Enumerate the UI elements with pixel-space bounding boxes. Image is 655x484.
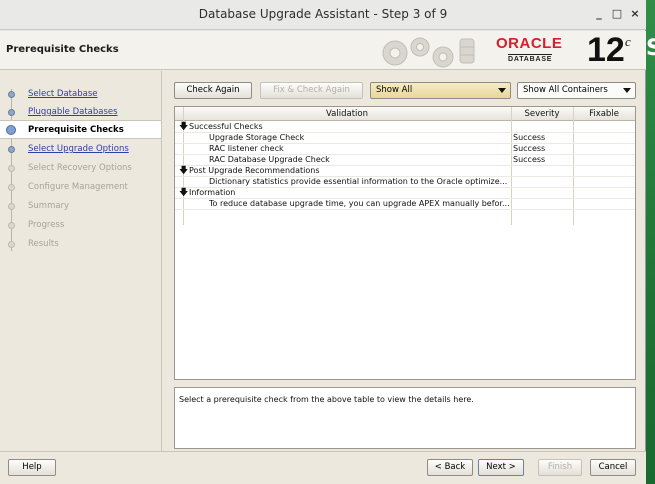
window-title: Database Upgrade Assistant - Step 3 of 9 (198, 7, 448, 21)
table-row-group[interactable]: 🡇 Information (175, 188, 635, 199)
nav-item-select-recovery-options: Select Recovery Options (0, 159, 161, 178)
dbua-window: Database Upgrade Assistant - Step 3 of 9… (0, 0, 646, 484)
desktop-text-fragment: S (646, 36, 655, 61)
fix-check-again-button: Fix & Check Again (260, 82, 363, 99)
column-header-severity[interactable]: Severity (511, 109, 573, 119)
title-bar: Database Upgrade Assistant - Step 3 of 9… (0, 0, 646, 30)
cancel-button[interactable]: Cancel (590, 459, 636, 476)
nav-item-label: Summary (28, 201, 70, 211)
table-row[interactable]: Upgrade Storage Check Success (175, 133, 635, 144)
finish-button: Finish (538, 459, 582, 476)
row-validation: Post Upgrade Recommendations (189, 166, 320, 175)
minimize-button[interactable]: _ (591, 6, 607, 22)
step-header: Prerequisite Checks ORACLE DATABASE 12 c (0, 31, 646, 70)
step-pending-icon (8, 222, 15, 229)
dropdown-arrow-icon (498, 88, 506, 93)
next-button[interactable]: Next > (478, 459, 524, 476)
footer-bar: Help < Back Next > Finish Cancel (0, 451, 646, 484)
column-header-validation[interactable]: Validation (183, 109, 511, 119)
collapse-arrow-icon[interactable]: 🡇 (179, 167, 188, 176)
steps-sidebar: Select Database Pluggable Databases Prer… (0, 71, 162, 451)
containers-select-value: Show All Containers (523, 85, 608, 95)
filter-select[interactable]: Show All (370, 82, 511, 99)
row-validation: Information (189, 188, 236, 197)
checks-toolbar: Check Again Fix & Check Again Show All S… (174, 82, 637, 100)
nav-item-label: Select Upgrade Options (28, 144, 129, 154)
step-pending-icon (8, 203, 15, 210)
help-button[interactable]: Help (8, 459, 56, 476)
row-validation: Successful Checks (189, 122, 263, 131)
gears-graphic-icon (382, 37, 475, 68)
row-validation: Dictionary statistics provide essential … (209, 177, 508, 186)
nav-item-select-database[interactable]: Select Database (0, 85, 161, 104)
version-number: 12 (587, 31, 625, 69)
nav-item-prerequisite-checks[interactable]: Prerequisite Checks (0, 120, 161, 139)
close-button[interactable]: × (627, 6, 643, 22)
table-row[interactable]: Dictionary statistics provide essential … (175, 177, 635, 188)
table-row[interactable]: RAC listener check Success (175, 144, 635, 155)
row-validation: Upgrade Storage Check (209, 133, 305, 142)
back-button[interactable]: < Back (427, 459, 473, 476)
filter-select-value: Show All (376, 85, 413, 95)
nav-item-label: Results (28, 239, 59, 249)
step-done-icon (8, 146, 15, 153)
details-panel: Select a prerequisite check from the abo… (174, 387, 636, 449)
row-validation: RAC listener check (209, 144, 284, 153)
row-severity: Success (513, 133, 546, 142)
version-suffix: c (625, 34, 631, 49)
oracle-database-text: DATABASE (508, 54, 553, 63)
page-title: Prerequisite Checks (6, 44, 119, 55)
nav-item-configure-management: Configure Management (0, 178, 161, 197)
containers-select[interactable]: Show All Containers (517, 82, 636, 99)
column-header-fixable[interactable]: Fixable (573, 109, 635, 119)
oracle-logo: ORACLE DATABASE (496, 35, 596, 67)
table-row[interactable]: To reduce database upgrade time, you can… (175, 199, 635, 210)
oracle-logo-text: ORACLE (496, 35, 563, 52)
table-row-group[interactable]: 🡇 Post Upgrade Recommendations (175, 166, 635, 177)
nav-item-select-upgrade-options[interactable]: Select Upgrade Options (0, 140, 161, 159)
row-severity: Success (513, 155, 546, 164)
row-validation: To reduce database upgrade time, you can… (209, 199, 510, 208)
check-again-button[interactable]: Check Again (174, 82, 252, 99)
step-current-icon (6, 125, 16, 135)
details-text: Select a prerequisite check from the abo… (179, 395, 474, 404)
step-pending-icon (8, 165, 15, 172)
step-done-icon (8, 91, 15, 98)
nav-item-label: Prerequisite Checks (28, 125, 124, 135)
step-done-icon (8, 109, 15, 116)
nav-item-results: Results (0, 235, 161, 254)
checks-table: Validation Severity Fixable 🡇 Successful… (174, 106, 636, 380)
nav-item-label: Select Database (28, 89, 98, 99)
nav-item-summary: Summary (0, 197, 161, 216)
row-severity: Success (513, 144, 546, 153)
nav-item-label: Progress (28, 220, 65, 230)
row-validation: RAC Database Upgrade Check (209, 155, 330, 164)
nav-item-label: Configure Management (28, 182, 128, 192)
table-row-group[interactable]: 🡇 Successful Checks (175, 122, 635, 133)
step-pending-icon (8, 241, 15, 248)
step-pending-icon (8, 184, 15, 191)
maximize-button[interactable]: □ (609, 6, 625, 22)
collapse-arrow-icon[interactable]: 🡇 (179, 123, 188, 132)
dropdown-arrow-icon (623, 88, 631, 93)
collapse-arrow-icon[interactable]: 🡇 (179, 189, 188, 198)
nav-item-progress: Progress (0, 216, 161, 235)
table-header: Validation Severity Fixable (175, 107, 635, 121)
nav-item-label: Pluggable Databases (28, 107, 118, 117)
table-row[interactable]: RAC Database Upgrade Check Success (175, 155, 635, 166)
nav-item-label: Select Recovery Options (28, 163, 132, 173)
